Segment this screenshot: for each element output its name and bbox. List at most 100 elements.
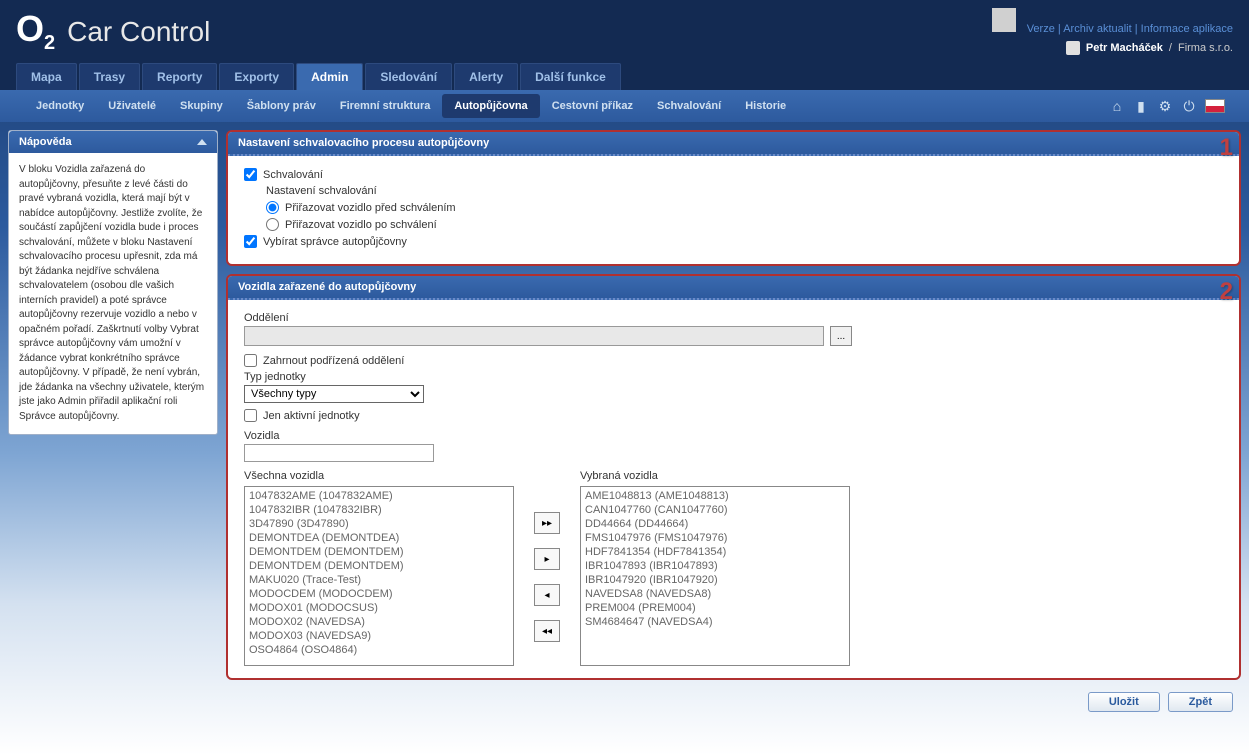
list-item[interactable]: DEMONTDEM (DEMONTDEM) — [247, 559, 511, 573]
list-item[interactable]: DEMONTDEA (DEMONTDEA) — [247, 531, 511, 545]
list-item[interactable]: MODOX01 (MODOCSUS) — [247, 601, 511, 615]
main-tabs: MapaTrasyReportyExportyAdminSledováníAle… — [0, 63, 1249, 90]
list-item[interactable]: FMS1047976 (FMS1047976) — [583, 531, 847, 545]
sub-tab-5[interactable]: Autopůjčovna — [442, 94, 539, 118]
list-item[interactable]: 1047832IBR (1047832IBR) — [247, 503, 511, 517]
label-approval-settings: Nastavení schvalování — [266, 185, 377, 197]
link-version[interactable]: Verze — [1027, 23, 1055, 35]
user-company: Firma s.r.o. — [1178, 42, 1233, 54]
list-item[interactable]: DD44664 (DD44664) — [583, 517, 847, 531]
label-select-admin: Vybírat správce autopůjčovny — [263, 236, 407, 248]
top-links: Verze | Archiv aktualit | Informace apli… — [992, 8, 1233, 55]
list-item[interactable]: DEMONTDEM (DEMONTDEM) — [247, 545, 511, 559]
main-tab-reporty[interactable]: Reporty — [142, 63, 217, 90]
sub-tab-2[interactable]: Skupiny — [168, 94, 235, 118]
button-department-browse[interactable]: ... — [830, 326, 852, 346]
main-tab-trasy[interactable]: Trasy — [79, 63, 140, 90]
sub-tab-3[interactable]: Šablony práv — [235, 94, 328, 118]
help-panel: Nápověda V bloku Vozidla zařazená do aut… — [8, 130, 218, 435]
list-item[interactable]: MAKU020 (Trace-Test) — [247, 573, 511, 587]
label-active-only: Jen aktivní jednotky — [263, 410, 360, 422]
sub-tab-6[interactable]: Cestovní příkaz — [540, 94, 645, 118]
button-back[interactable]: Zpět — [1168, 692, 1233, 712]
power-icon[interactable]: ⏻ — [1181, 98, 1197, 114]
input-department[interactable] — [244, 326, 824, 346]
main-tab-alerty[interactable]: Alerty — [454, 63, 518, 90]
button-save[interactable]: Uložit — [1088, 692, 1160, 712]
list-item[interactable]: 3D47890 (3D47890) — [247, 517, 511, 531]
button-move-left[interactable]: ◂ — [534, 584, 560, 606]
list-item[interactable]: IBR1047920 (IBR1047920) — [583, 573, 847, 587]
list-item[interactable]: CAN1047760 (CAN1047760) — [583, 503, 847, 517]
list-item[interactable]: PREM004 (PREM004) — [583, 601, 847, 615]
help-header: Nápověda — [9, 131, 217, 153]
sub-tab-7[interactable]: Schvalování — [645, 94, 733, 118]
panel-number-1: 1 — [1220, 134, 1233, 162]
list-item[interactable]: MODOX03 (NAVEDSA9) — [247, 629, 511, 643]
button-move-all-right[interactable]: ▸▸ — [534, 512, 560, 534]
sub-tab-1[interactable]: Uživatelé — [96, 94, 168, 118]
help-title: Nápověda — [19, 136, 72, 148]
main-tab-exporty[interactable]: Exporty — [219, 63, 294, 90]
list-item[interactable]: IBR1047893 (IBR1047893) — [583, 559, 847, 573]
label-include-sub: Zahrnout podřízená oddělení — [263, 355, 404, 367]
list-item[interactable]: OSO4864 (OSO4864) — [247, 643, 511, 657]
user-icon — [1066, 41, 1080, 55]
button-move-all-left[interactable]: ◂◂ — [534, 620, 560, 642]
link-info[interactable]: Informace aplikace — [1141, 23, 1233, 35]
list-item[interactable]: MODOCDEM (MODOCDEM) — [247, 587, 511, 601]
flag-icon[interactable] — [1205, 99, 1225, 113]
sub-tab-4[interactable]: Firemní struktura — [328, 94, 442, 118]
radio-assign-after[interactable] — [266, 218, 279, 231]
app-header: O2 Car Control Verze | Archiv aktualit |… — [0, 0, 1249, 63]
logo-area: O2 Car Control — [16, 8, 210, 55]
folder-icon[interactable]: ▮ — [1133, 98, 1149, 114]
home-icon[interactable]: ⌂ — [1109, 98, 1125, 114]
checkbox-include-sub[interactable] — [244, 354, 257, 367]
help-body: V bloku Vozidla zařazená do autopůjčovny… — [9, 153, 217, 434]
main-tab-sledování[interactable]: Sledování — [365, 63, 452, 90]
collapse-icon[interactable] — [197, 139, 207, 145]
sub-tabs: JednotkyUživateléSkupinyŠablony právFire… — [0, 90, 1249, 122]
list-item[interactable]: SM4684647 (NAVEDSA4) — [583, 615, 847, 629]
checkbox-active-only[interactable] — [244, 409, 257, 422]
label-unit-type: Typ jednotky — [244, 371, 1223, 383]
move-buttons: ▸▸ ▸ ◂ ◂◂ — [534, 470, 560, 666]
select-unit-type[interactable]: Všechny typy — [244, 385, 424, 403]
label-department: Oddělení — [244, 312, 1223, 324]
panel-vehicles: 2 Vozidla zařazené do autopůjčovny Odděl… — [226, 274, 1241, 680]
label-all-vehicles: Všechna vozidla — [244, 470, 514, 482]
radio-assign-before[interactable] — [266, 201, 279, 214]
sidebar: Nápověda V bloku Vozidla zařazená do aut… — [8, 130, 218, 716]
button-move-right[interactable]: ▸ — [534, 548, 560, 570]
input-vehicle-filter[interactable] — [244, 444, 434, 462]
main-tab-mapa[interactable]: Mapa — [16, 63, 77, 90]
list-item[interactable]: MODOX02 (NAVEDSA) — [247, 615, 511, 629]
user-row: Petr Macháček / Firma s.r.o. — [992, 41, 1233, 55]
list-item[interactable]: NAVEDSA8 (NAVEDSA8) — [583, 587, 847, 601]
label-vehicles: Vozidla — [244, 430, 1223, 442]
main-tab-další funkce[interactable]: Další funkce — [520, 63, 621, 90]
toolbar-icons: ⌂ ▮ ⚙ ⏻ — [1109, 98, 1225, 114]
link-archive[interactable]: Archiv aktualit — [1063, 23, 1131, 35]
sub-tab-8[interactable]: Historie — [733, 94, 798, 118]
main-tab-admin[interactable]: Admin — [296, 63, 363, 90]
footer-buttons: Uložit Zpět — [226, 688, 1241, 716]
panel2-header: Vozidla zařazené do autopůjčovny — [228, 276, 1239, 300]
box-icon — [992, 8, 1016, 32]
list-item[interactable]: AME1048813 (AME1048813) — [583, 489, 847, 503]
label-approval: Schvalování — [263, 169, 323, 181]
checkbox-select-admin[interactable] — [244, 235, 257, 248]
panel-number-2: 2 — [1220, 278, 1233, 306]
list-item[interactable]: HDF7841354 (HDF7841354) — [583, 545, 847, 559]
label-selected-vehicles: Vybraná vozidla — [580, 470, 850, 482]
panel1-header: Nastavení schvalovacího procesu autopůjč… — [228, 132, 1239, 156]
label-assign-after: Přiřazovat vozidlo po schválení — [285, 219, 437, 231]
checkbox-approval[interactable] — [244, 168, 257, 181]
list-item[interactable]: 1047832AME (1047832AME) — [247, 489, 511, 503]
listbox-all-vehicles[interactable]: 1047832AME (1047832AME)1047832IBR (10478… — [244, 486, 514, 666]
gear-icon[interactable]: ⚙ — [1157, 98, 1173, 114]
listbox-selected-vehicles[interactable]: AME1048813 (AME1048813)CAN1047760 (CAN10… — [580, 486, 850, 666]
sub-tab-0[interactable]: Jednotky — [24, 94, 96, 118]
user-name: Petr Macháček — [1086, 42, 1163, 54]
